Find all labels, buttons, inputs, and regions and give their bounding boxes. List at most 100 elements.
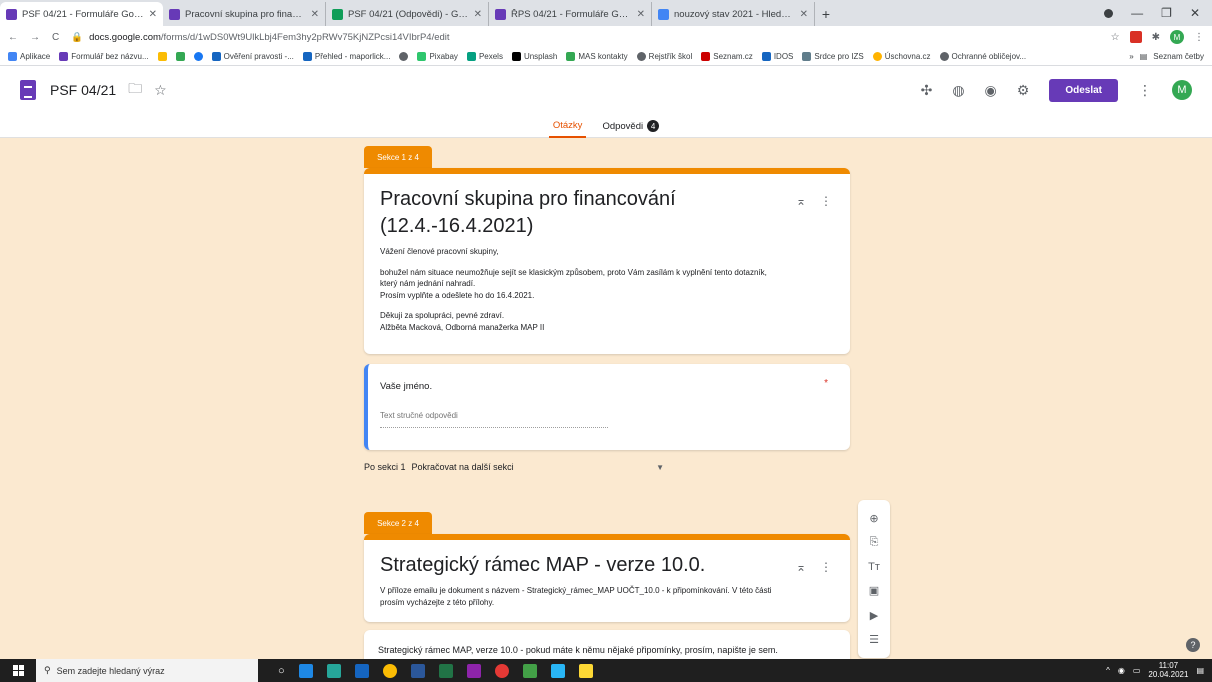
section-1-title-line2[interactable]: (12.4.-16.4.2021) [380,213,834,240]
avatar[interactable]: M [1172,80,1192,100]
menu-kebab-icon[interactable]: ⋮ [1194,32,1204,43]
tab-responses[interactable]: Odpovědi 4 [598,114,663,138]
facebook-icon [193,52,203,61]
import-questions-icon[interactable]: ⎘ [870,536,879,549]
close-tab-icon[interactable]: ✕ [800,9,808,20]
file-explorer-icon[interactable] [578,663,593,678]
excel-icon[interactable] [438,663,453,678]
tab-questions[interactable]: Otázky [548,114,587,138]
collapse-icon[interactable]: ⌅ [796,194,806,208]
preview-eye-icon[interactable]: ◉ [985,82,997,99]
taskbar-app-icon[interactable] [494,663,509,678]
bookmark-item[interactable]: Unsplash [511,52,557,61]
new-tab-button[interactable]: + [815,2,837,26]
browser-tab-5[interactable]: nouzový stav 2021 - Hledat Goo ✕ [652,2,815,26]
url-field[interactable]: 🔒 docs.google.com/forms/d/1wDS0Wt9UlkLbj… [71,32,1098,43]
addons-puzzle-icon[interactable]: ✣ [921,82,933,99]
add-video-icon[interactable]: ▶ [870,609,878,622]
browser-tab-2[interactable]: Pracovní skupina pro financování ✕ [163,2,326,26]
taskbar-search[interactable]: ⚲ Sem zadejte hledaný výraz [36,659,258,682]
bookmark-item[interactable]: Ochranné obličejov... [939,52,1026,61]
bookmark-item[interactable]: MAS kontakty [566,52,628,61]
word-icon[interactable] [410,663,425,678]
restore-icon[interactable]: ❐ [1161,6,1172,20]
bookmark-item[interactable]: Ověření pravosti -... [211,52,294,61]
section-2-title[interactable]: Strategický rámec MAP - verze 10.0. [380,552,834,579]
close-tab-icon[interactable]: ✕ [149,9,157,20]
bookmark-item[interactable]: Formulář bez názvu... [59,52,149,61]
chrome-icon[interactable] [382,663,397,678]
tray-app-icon[interactable]: ◉ [1118,666,1125,675]
add-image-icon[interactable]: ▣ [869,584,879,597]
bookmark-item[interactable]: Přehled - maporlick... [302,52,390,61]
question-2-title[interactable]: Strategický rámec MAP, verze 10.0 - poku… [378,644,836,657]
collapse-icon[interactable]: ⌅ [796,560,806,574]
more-options-icon[interactable]: ⋮ [1138,82,1152,99]
help-icon[interactable]: ? [1186,638,1200,652]
tray-expand-icon[interactable]: ^ [1106,666,1110,675]
palette-icon[interactable]: ◍ [952,82,964,99]
notifications-icon[interactable]: ▤ [1196,666,1204,675]
more-bookmarks-button[interactable]: » [1129,52,1133,61]
clock[interactable]: 11:07 20.04.2021 [1148,661,1188,680]
dropdown-arrow-icon[interactable]: ▼ [656,463,664,472]
bookmark-item[interactable] [157,52,167,61]
tab-label: Pracovní skupina pro financování [185,8,306,20]
close-window-icon[interactable]: ✕ [1190,6,1200,20]
section-1-title-line1[interactable]: Pracovní skupina pro financování [380,186,834,213]
add-section-icon[interactable]: ☰ [869,633,879,646]
bookmark-item[interactable] [399,52,409,61]
bookmark-item[interactable]: IDOS [761,52,793,61]
browser-tab-1[interactable]: PSF 04/21 - Formuláře Google ✕ [0,2,163,26]
bookmark-apps[interactable]: Aplikace [8,52,50,61]
question-1-card[interactable]: * Vaše jméno. Text stručné odpovědi [364,364,850,450]
start-button[interactable] [0,659,36,682]
close-tab-icon[interactable]: ✕ [474,9,482,20]
taskbar-app-icon[interactable] [354,663,369,678]
folder-icon[interactable]: 🗀 [128,78,142,102]
bookmark-item[interactable] [175,52,185,61]
add-title-icon[interactable]: Tт [868,561,880,573]
back-icon[interactable]: ← [8,32,18,43]
settings-gear-icon[interactable]: ⚙ [1017,82,1030,99]
taskbar-app-icon[interactable] [522,663,537,678]
network-icon[interactable]: ▭ [1133,666,1141,675]
section-more-icon[interactable]: ⋮ [820,194,832,208]
question-2-card[interactable]: Strategický rámec MAP, verze 10.0 - poku… [364,630,850,659]
minimize-icon[interactable]: — [1131,6,1143,20]
bookmark-item[interactable]: Rejstřík škol [636,52,692,61]
taskbar-app-icon[interactable] [326,663,341,678]
close-tab-icon[interactable]: ✕ [311,9,319,20]
taskbar-app-icon[interactable] [298,663,313,678]
section-1-header-card[interactable]: ⌅ ⋮ Pracovní skupina pro financování (12… [364,168,850,354]
add-question-icon[interactable]: ⊕ [869,512,878,525]
media-indicator-icon[interactable] [1104,8,1114,18]
browser-tab-3[interactable]: PSF 04/21 (Odpovědi) - Google S ✕ [326,2,489,26]
bookmark-item[interactable]: Pixabay [417,52,458,61]
bookmark-item[interactable]: Seznam.cz [701,52,753,61]
bookmark-item[interactable]: Úschovna.cz [872,52,931,61]
section-2-header-card[interactable]: ⌅ ⋮ Strategický rámec MAP - verze 10.0. … [364,534,850,622]
bookmark-item[interactable] [193,52,203,61]
forward-icon[interactable]: → [30,32,40,43]
after-section-select[interactable]: Pokračovat na další sekci [412,462,514,472]
reload-icon[interactable]: C [52,32,59,43]
reading-list-button[interactable]: Seznam četby [1153,52,1204,61]
bookmark-item[interactable]: Pexels [466,52,503,61]
star-icon[interactable]: ☆ [154,82,167,99]
section-more-icon[interactable]: ⋮ [820,560,832,574]
star-icon[interactable]: ☆ [1111,32,1120,43]
close-tab-icon[interactable]: ✕ [637,9,645,20]
send-button[interactable]: Odeslat [1049,78,1118,102]
pdf-extension-icon[interactable] [1129,31,1142,43]
taskbar-app-icon[interactable] [466,663,481,678]
cortana-icon[interactable]: ○ [278,665,285,677]
extensions-puzzle-icon[interactable]: ✱ [1152,32,1160,43]
question-1-title[interactable]: Vaše jméno. [380,380,838,394]
profile-avatar[interactable]: M [1170,30,1184,44]
browser-tab-4[interactable]: ŘPS 04/21 - Formuláře Google ✕ [489,2,652,26]
google-forms-logo-icon[interactable] [20,80,36,100]
bookmark-item[interactable]: Srdce pro IZS [802,52,864,61]
taskbar-app-icon[interactable] [550,663,565,678]
form-title[interactable]: PSF 04/21 [50,82,116,98]
